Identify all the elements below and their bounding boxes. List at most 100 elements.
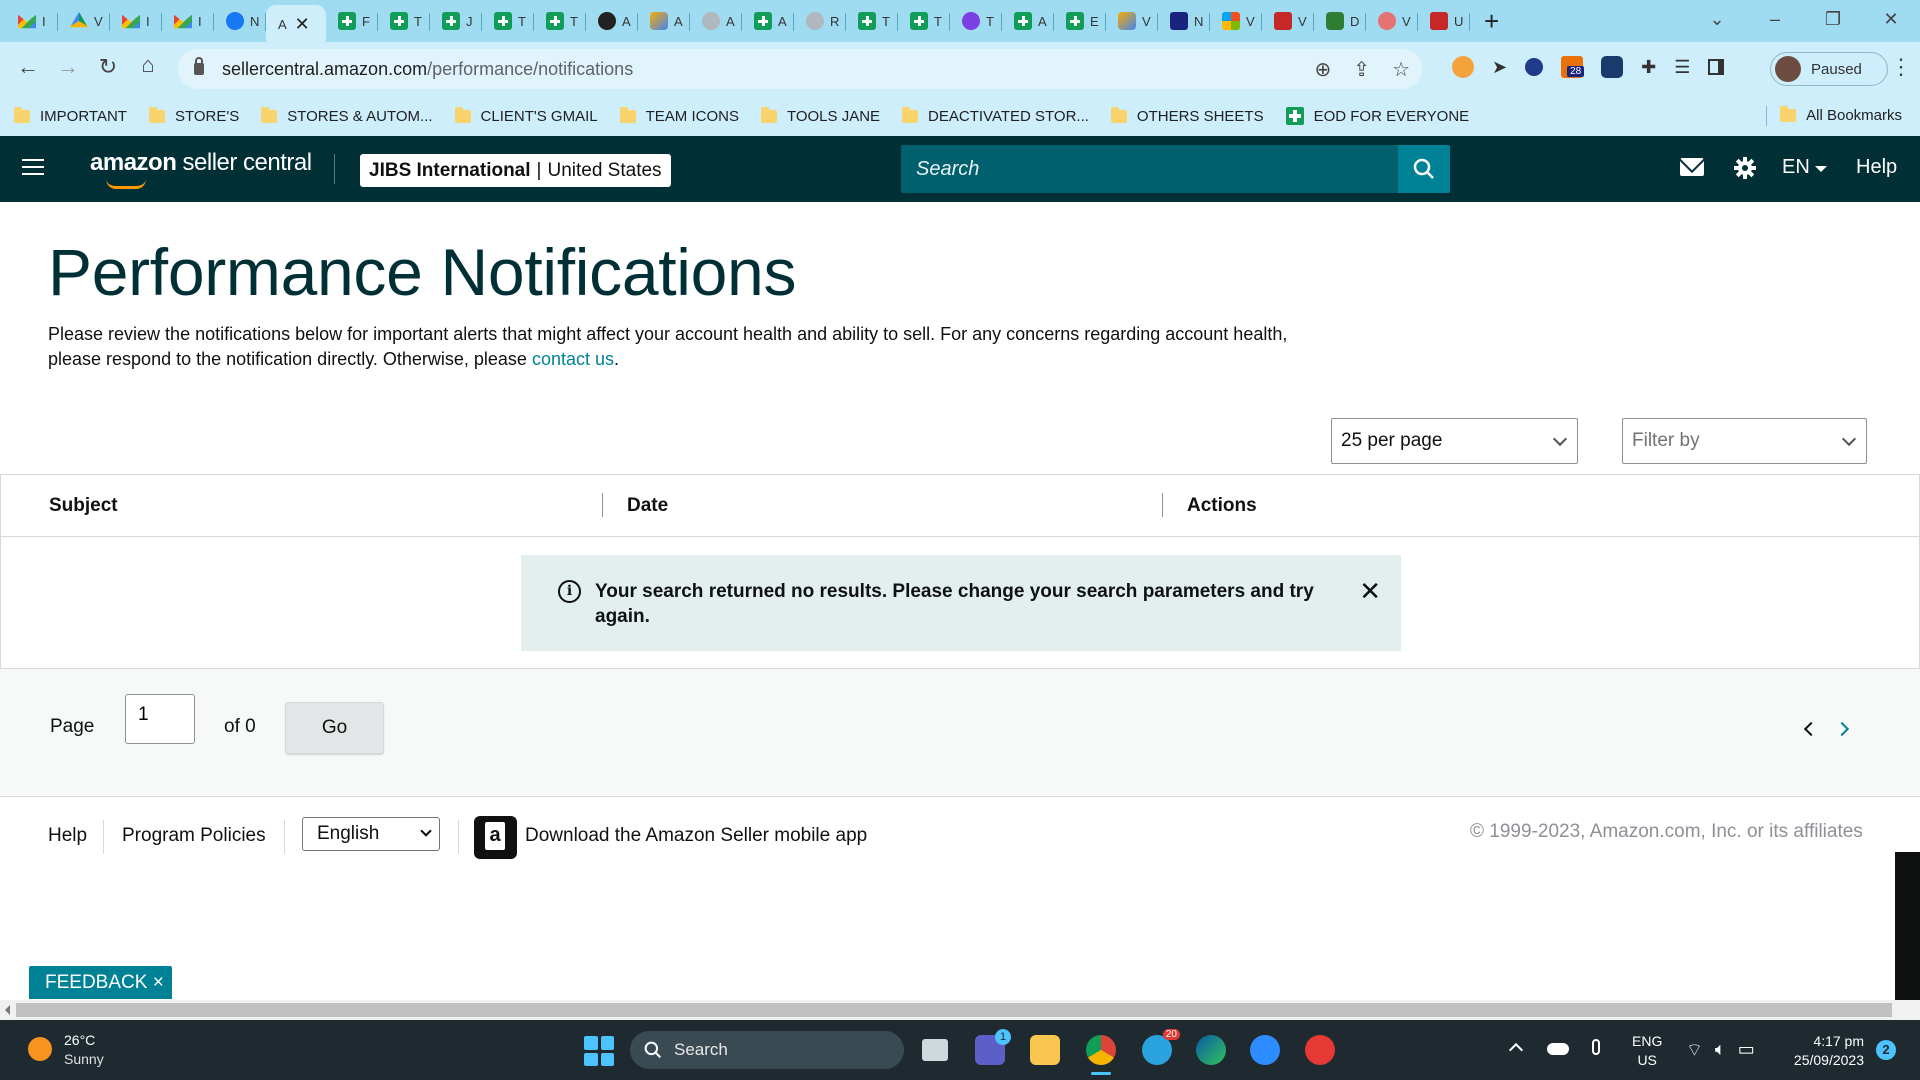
language-selector[interactable]: EN <box>1782 156 1810 179</box>
scroll-left-icon[interactable] <box>5 1005 10 1015</box>
telegram-icon[interactable]: 20 <box>1142 1029 1180 1065</box>
amazon-app-icon[interactable] <box>474 816 517 859</box>
system-tray-icons[interactable]: ⌔ 🔈︎ ▭ <box>1686 1039 1755 1062</box>
browser-tab[interactable]: U <box>1418 4 1470 38</box>
profile-button[interactable]: Paused <box>1770 52 1888 86</box>
browser-tab[interactable]: T <box>846 4 898 38</box>
scrollbar-thumb[interactable] <box>16 1003 1892 1017</box>
notification-count-badge[interactable]: 2 <box>1876 1040 1896 1060</box>
onedrive-icon[interactable] <box>1547 1043 1569 1055</box>
zoom-icon[interactable]: ⊕ <box>1315 57 1332 82</box>
lock-icon[interactable] <box>194 57 204 75</box>
extension-grid-icon[interactable] <box>1601 56 1624 78</box>
browser-tab[interactable]: A <box>586 4 638 38</box>
browser-tab[interactable]: V <box>1366 4 1418 38</box>
browser-tab[interactable]: I <box>162 4 214 38</box>
hamburger-menu-icon[interactable] <box>22 159 44 177</box>
browser-tab[interactable]: F <box>326 4 378 38</box>
mail-icon[interactable] <box>1680 158 1704 176</box>
input-language[interactable]: ENG US <box>1632 1032 1662 1070</box>
all-bookmarks-folder[interactable]: All Bookmarks <box>1780 106 1902 124</box>
bookmark-folder[interactable]: DEACTIVATED STOR... <box>902 106 1089 125</box>
windows-start-icon[interactable] <box>584 1036 614 1066</box>
header-help-link[interactable]: Help <box>1856 156 1897 179</box>
teams-icon[interactable]: 1 <box>975 1029 1011 1065</box>
taskbar-search[interactable]: Search <box>630 1031 904 1069</box>
vpn-icon[interactable] <box>1305 1035 1335 1065</box>
browser-tab[interactable]: V <box>1106 4 1158 38</box>
contact-us-link[interactable]: contact us <box>532 349 614 369</box>
footer-language-select[interactable]: English <box>302 817 440 851</box>
chevron-up-icon[interactable] <box>1508 1042 1524 1058</box>
download-app-link[interactable]: Download the Amazon Seller mobile app <box>525 825 867 847</box>
new-tab-icon[interactable]: + <box>1484 8 1499 34</box>
extension-cross-icon[interactable] <box>1525 58 1544 76</box>
per-page-select[interactable]: 25 per page <box>1331 418 1578 464</box>
bookmark-star-icon[interactable]: ☆ <box>1392 57 1410 82</box>
browser-tab[interactable]: V <box>1210 4 1262 38</box>
browser-tab[interactable]: N <box>1158 4 1210 38</box>
footer-help-link[interactable]: Help <box>48 825 87 847</box>
reload-icon[interactable]: ↻ <box>88 54 128 80</box>
zoom-icon[interactable] <box>1250 1035 1280 1065</box>
gear-icon[interactable] <box>1733 156 1757 180</box>
browser-tab[interactable]: A <box>1002 4 1054 38</box>
browser-tab[interactable]: A <box>638 4 690 38</box>
bookmark-folder[interactable]: OTHERS SHEETS <box>1110 106 1264 125</box>
browser-tab[interactable]: I <box>6 4 58 38</box>
close-tab-icon[interactable]: ✕ <box>295 14 310 35</box>
program-policies-link[interactable]: Program Policies <box>122 825 266 847</box>
browser-tab[interactable]: E <box>1054 4 1106 38</box>
store-switcher[interactable]: JIBS International | United States <box>360 154 671 187</box>
caret-down-icon[interactable] <box>1815 166 1827 172</box>
browser-tab[interactable]: T <box>378 4 430 38</box>
share-icon[interactable]: ⇪ <box>1353 57 1370 82</box>
browser-tab[interactable]: V <box>1262 4 1314 38</box>
bookmark-folder[interactable]: STORES & AUTOM... <box>261 106 433 125</box>
search-input[interactable] <box>901 145 1398 193</box>
feedback-button[interactable]: FEEDBACK × <box>29 966 172 999</box>
extension-arrow-icon[interactable]: ➤ <box>1492 57 1507 78</box>
sun-icon[interactable] <box>28 1037 52 1061</box>
chevron-right-icon[interactable] <box>1834 721 1850 737</box>
weather-temperature[interactable]: 26°C <box>64 1032 95 1048</box>
bookmark-folder[interactable]: STORE'S <box>148 106 239 125</box>
close-window-icon[interactable]: ✕ <box>1862 9 1920 30</box>
seller-central-logo[interactable]: amazon seller central <box>90 149 312 189</box>
home-icon[interactable]: ⌂ <box>128 52 168 78</box>
restore-icon[interactable]: ❐ <box>1804 9 1862 30</box>
back-icon[interactable]: ← <box>8 54 48 80</box>
page-number-input[interactable] <box>125 694 195 744</box>
more-menu-icon[interactable]: ⋮ <box>1890 54 1912 80</box>
browser-tab[interactable]: T <box>534 4 586 38</box>
minimize-icon[interactable]: – <box>1746 9 1804 30</box>
bookmark-folder[interactable]: TEAM ICONS <box>619 106 739 125</box>
bookmark-folder[interactable]: IMPORTANT <box>14 106 127 125</box>
browser-tab[interactable]: J <box>430 4 482 38</box>
file-explorer-icon[interactable] <box>1030 1035 1060 1065</box>
edge-icon[interactable] <box>1196 1035 1226 1065</box>
filter-by-select[interactable]: Filter by <box>1622 418 1867 464</box>
browser-tab[interactable]: V <box>58 4 110 38</box>
bookmark-folder[interactable]: CLIENT'S GMAIL <box>454 106 598 125</box>
weather-condition[interactable]: Sunny <box>64 1051 104 1067</box>
tab-search-icon[interactable]: ⌄ <box>1688 9 1746 30</box>
task-view-icon[interactable] <box>922 1039 948 1061</box>
clock[interactable]: 4:17 pm 25/09/2023 <box>1774 1032 1864 1070</box>
search-button[interactable] <box>1398 145 1450 193</box>
forward-icon[interactable]: → <box>48 54 88 80</box>
bookmark-sheet[interactable]: EOD FOR EVERYONE <box>1285 107 1469 125</box>
side-panel-icon[interactable] <box>1708 59 1725 75</box>
extension-calendar-icon[interactable]: 28 <box>1561 56 1585 78</box>
extension-orange-icon[interactable] <box>1452 56 1474 78</box>
extensions-puzzle-icon[interactable]: ✚ <box>1641 57 1656 78</box>
bookmark-folder[interactable]: TOOLS JANE <box>760 106 880 125</box>
column-header-subject[interactable]: Subject <box>49 495 118 517</box>
browser-tab[interactable]: T <box>950 4 1002 38</box>
chrome-icon[interactable] <box>1086 1035 1116 1065</box>
browser-tab[interactable]: T <box>482 4 534 38</box>
browser-tab[interactable]: R <box>794 4 846 38</box>
horizontal-scrollbar[interactable] <box>0 1000 1920 1020</box>
address-bar[interactable]: sellercentral.amazon.com/performance/not… <box>178 49 1422 89</box>
column-header-date[interactable]: Date <box>627 495 668 517</box>
